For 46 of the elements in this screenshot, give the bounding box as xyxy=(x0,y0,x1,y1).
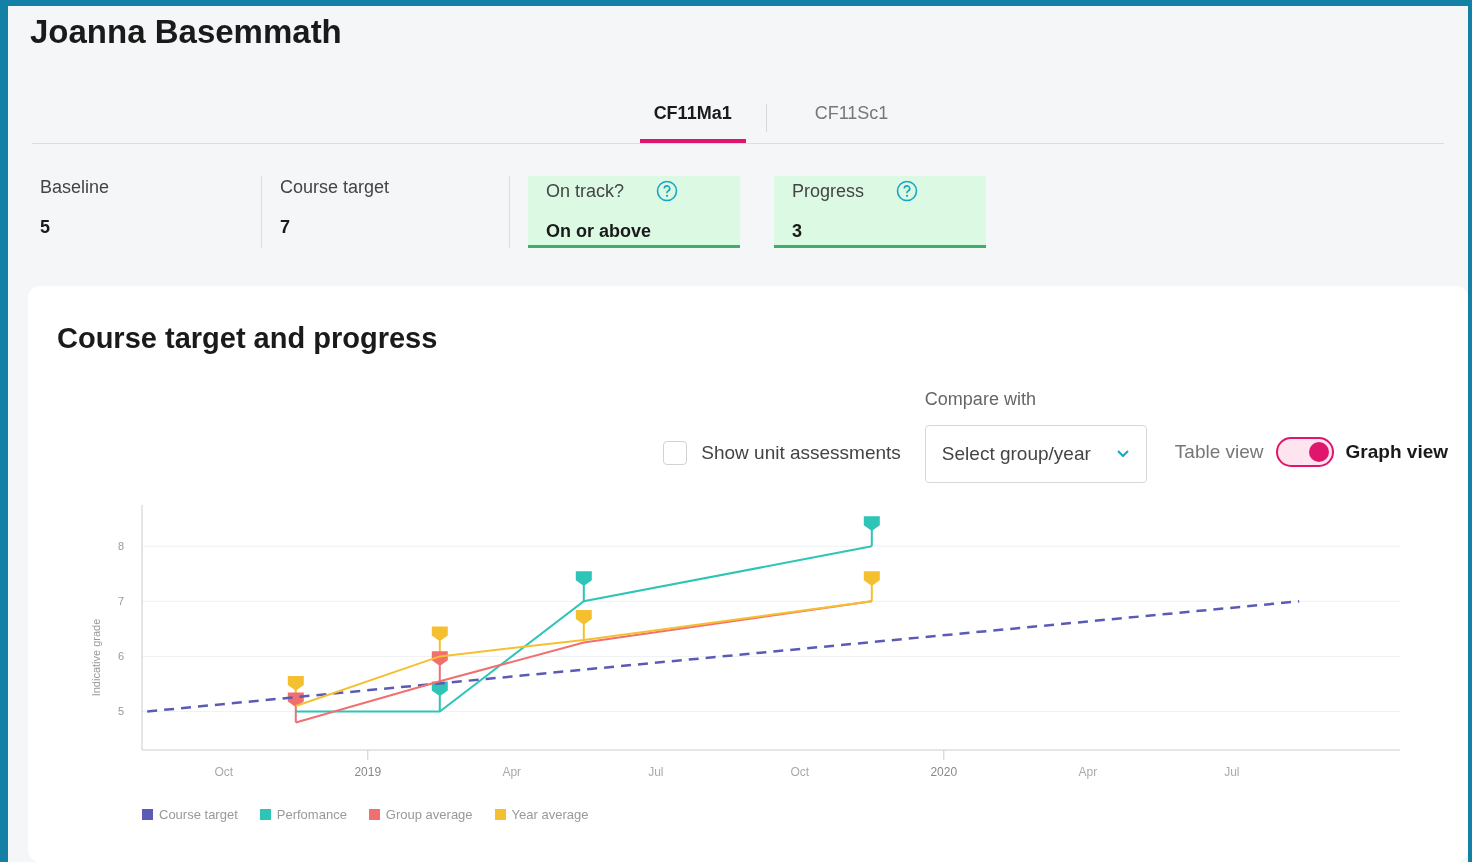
point-marker[interactable] xyxy=(863,516,880,547)
stat-value: 7 xyxy=(280,216,291,238)
legend-label: Course target xyxy=(159,806,238,824)
stat-value: On or above xyxy=(546,220,653,242)
axis-tick-label: 5 xyxy=(117,705,124,718)
legend-label: Year average xyxy=(511,806,589,824)
view-toggle[interactable] xyxy=(1275,437,1334,467)
chevron-down-icon xyxy=(1115,449,1130,459)
axis-tick-label: Oct xyxy=(790,765,810,779)
stat-label: Baseline xyxy=(40,176,110,198)
axis-tick-label: Apr xyxy=(502,765,522,779)
point-marker[interactable] xyxy=(431,651,448,682)
axis-tick-label: Jul xyxy=(1224,765,1240,779)
stat-value: 3 xyxy=(792,220,803,242)
toggle-label: Table view xyxy=(1174,439,1264,464)
axis-tick-label: 7 xyxy=(117,595,124,608)
point-marker[interactable] xyxy=(431,681,448,712)
legend-label: Perfomance xyxy=(276,806,347,824)
legend-label: Group average xyxy=(385,806,473,824)
point-marker[interactable] xyxy=(287,692,304,723)
axis-tick-label: Jul xyxy=(648,765,664,779)
stat-label: Course target xyxy=(280,176,390,198)
axis-tick-label: 6 xyxy=(117,650,124,663)
axis-tick-label: 2020 xyxy=(930,765,958,779)
axis-tick-label: Oct xyxy=(214,765,234,779)
card-title: Course target and progress xyxy=(56,321,439,356)
checkbox-label: Show unit assessments xyxy=(701,440,901,465)
axis-tick-label: 8 xyxy=(117,540,124,553)
course-tab[interactable]: CF11Sc1 xyxy=(786,92,917,143)
stat-label: Progress xyxy=(792,180,865,202)
axis-title: Indicative grade xyxy=(90,618,102,697)
field-label: Compare with xyxy=(924,388,1037,411)
help-icon[interactable] xyxy=(656,180,679,202)
stat-value: 5 xyxy=(40,216,51,238)
point-marker[interactable] xyxy=(863,571,880,602)
help-icon[interactable] xyxy=(896,180,919,202)
axis-tick-label: Apr xyxy=(1078,765,1098,779)
group-year-dropdown[interactable]: Select group/year xyxy=(924,425,1147,483)
course-tab[interactable]: CF11Ma1 xyxy=(639,92,746,143)
axis-tick-label: 2019 xyxy=(354,765,382,779)
point-marker[interactable] xyxy=(575,571,592,602)
student-name: Joanna Basemmath xyxy=(29,12,343,52)
stat-label: On track? xyxy=(546,180,625,202)
point-marker[interactable] xyxy=(575,609,592,640)
checkbox[interactable] xyxy=(663,440,688,465)
toggle-label: Graph view xyxy=(1345,439,1448,464)
